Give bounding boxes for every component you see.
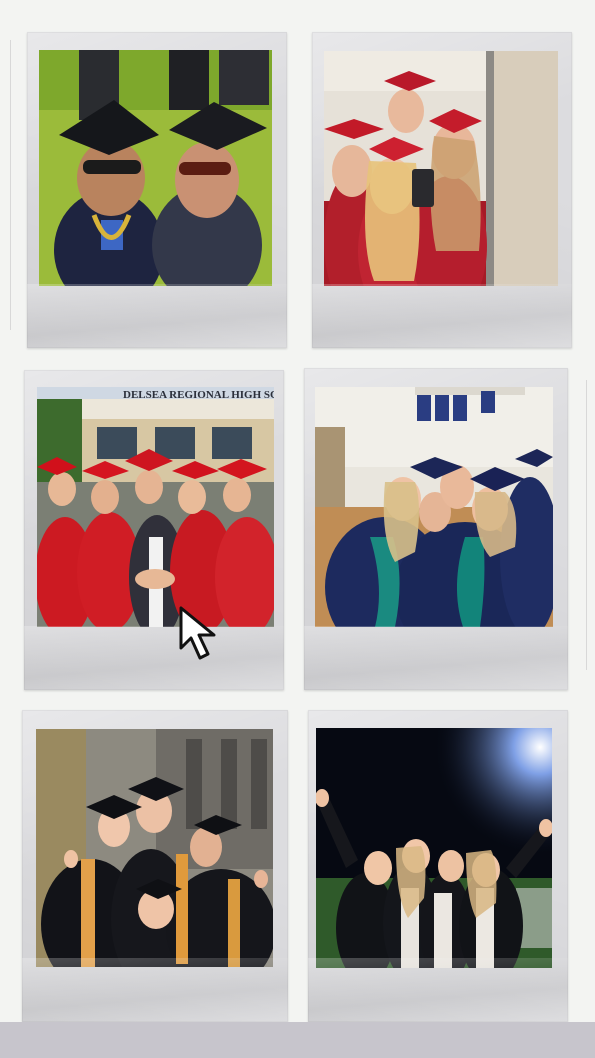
photo-3[interactable]: DELSEA REGIONAL HIGH SCHOOL [37, 387, 274, 627]
school-sign: DELSEA REGIONAL HIGH SCHOOL [123, 389, 274, 401]
polaroid-frame-4 [304, 368, 568, 690]
photo-5[interactable] [36, 729, 273, 967]
photo-3-image [37, 387, 274, 627]
divider-left [10, 40, 11, 330]
photo-1-image [39, 50, 272, 286]
polaroid-frame-6 [308, 710, 568, 1022]
photo-6[interactable] [316, 728, 552, 968]
photo-2-image [324, 51, 558, 286]
photo-4-image [315, 387, 553, 627]
photo-4[interactable] [315, 387, 553, 627]
bottom-band [0, 1022, 595, 1058]
photo-2[interactable] [324, 51, 558, 286]
photo-1[interactable] [39, 50, 272, 286]
polaroid-frame-1 [27, 32, 287, 348]
divider-right [586, 380, 587, 670]
photo-6-image [316, 728, 552, 968]
cursor-arrow-icon [176, 604, 226, 664]
photo-5-image [36, 729, 273, 967]
polaroid-frame-3: DELSEA REGIONAL HIGH SCHOOL [24, 370, 284, 690]
polaroid-frame-2 [312, 32, 572, 348]
polaroid-frame-5 [22, 710, 288, 1022]
